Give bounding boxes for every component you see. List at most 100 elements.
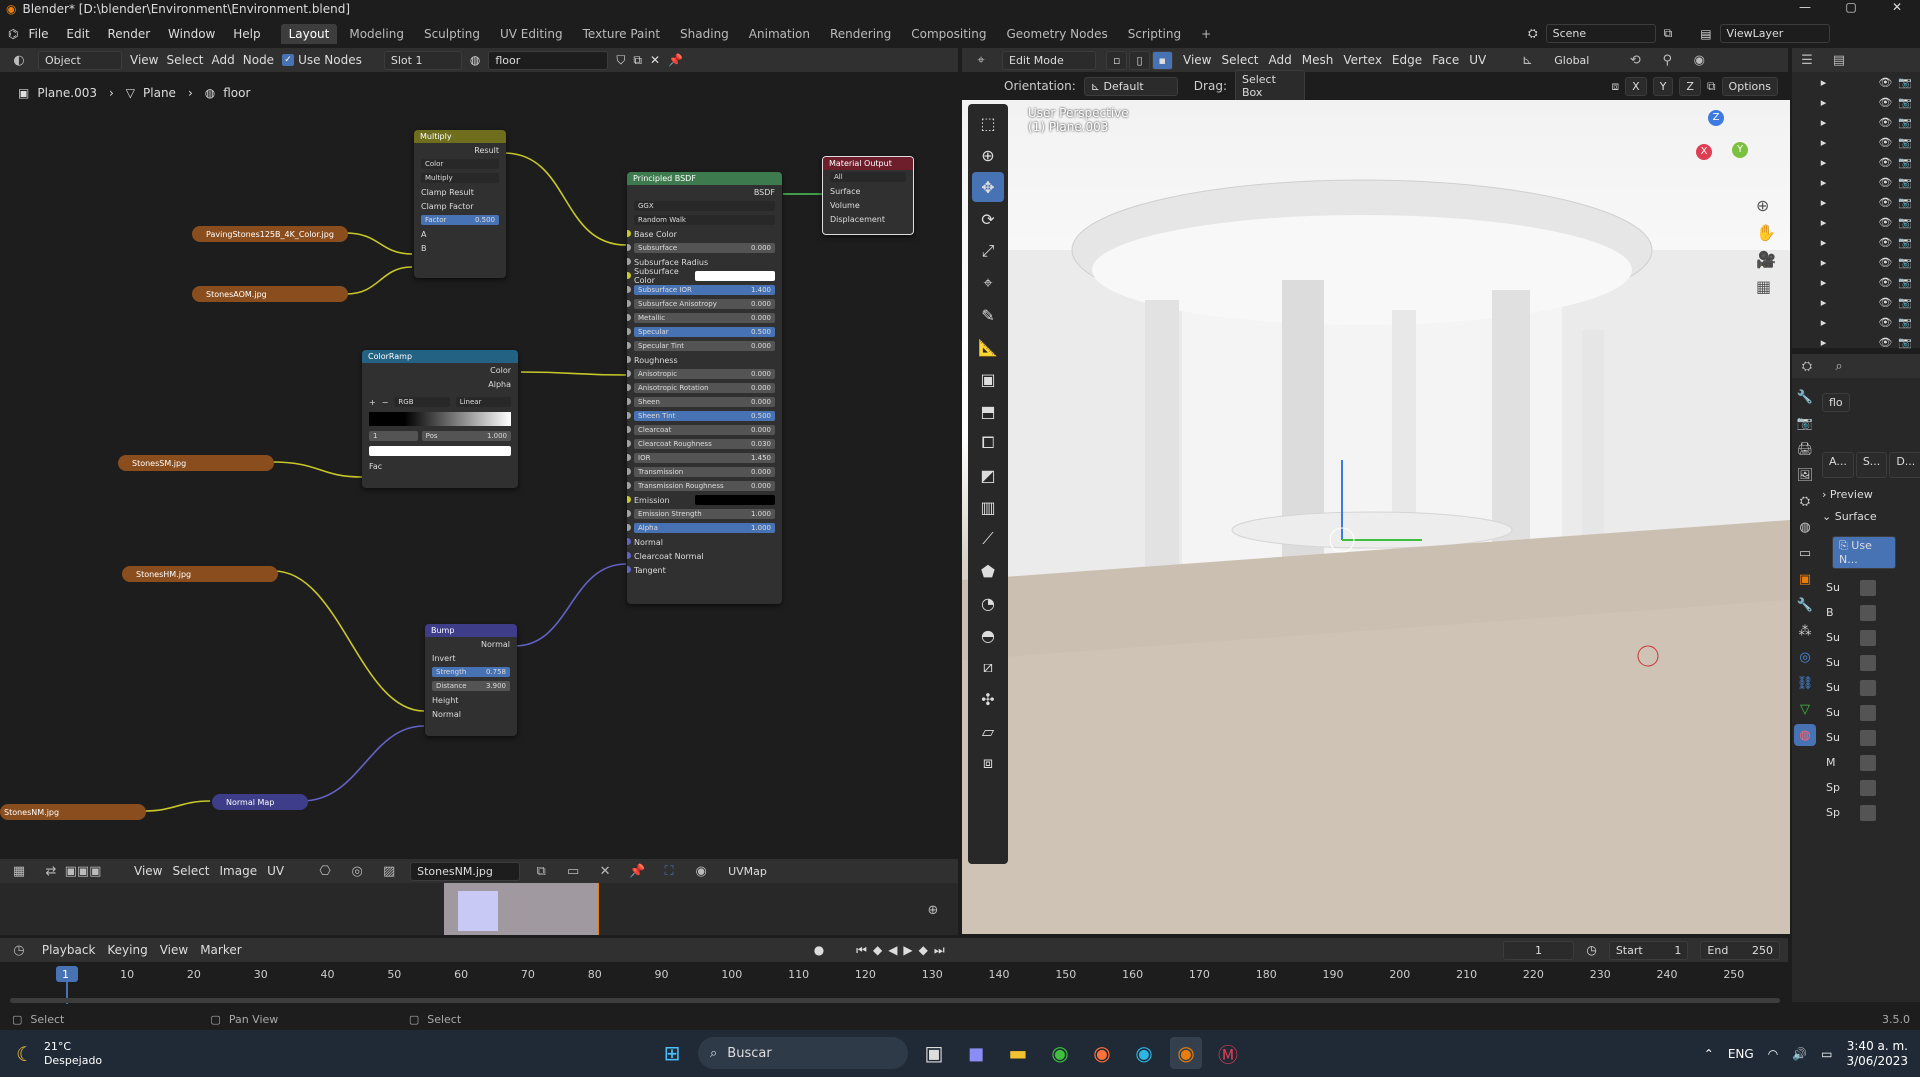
- bsdf-input-row[interactable]: Transmission Roughness 0.000: [627, 479, 782, 493]
- camera-view-icon[interactable]: 🎥: [1756, 250, 1776, 269]
- bsdf-input-row[interactable]: Emission: [627, 493, 782, 507]
- visibility-eye-icon[interactable]: 👁: [1878, 176, 1892, 189]
- axis-y-toggle[interactable]: Y: [1652, 76, 1674, 96]
- axis-x-toggle[interactable]: X: [1625, 76, 1647, 96]
- bsdf-input-row[interactable]: Subsurface 0.000: [627, 241, 782, 255]
- outliner-row[interactable]: ▸ 👁 📷: [1792, 272, 1920, 292]
- gizmo-x-axis[interactable]: X: [1696, 144, 1712, 160]
- proportional-edit-icon[interactable]: ◉: [1688, 49, 1710, 71]
- battery-icon[interactable]: ▭: [1821, 1047, 1832, 1061]
- visibility-eye-icon[interactable]: 👁: [1878, 316, 1892, 329]
- select-box-tool-icon[interactable]: ⬚: [972, 108, 1004, 138]
- visibility-eye-icon[interactable]: 👁: [1878, 156, 1892, 169]
- transform-global-dropdown[interactable]: Global: [1548, 51, 1615, 69]
- add-cube-tool-icon[interactable]: ▣: [972, 364, 1004, 394]
- tool-tab-icon[interactable]: 🔧: [1794, 386, 1816, 408]
- input-socket[interactable]: [627, 468, 631, 475]
- outliner-row[interactable]: ▸ 👁 📷: [1792, 112, 1920, 132]
- input-socket[interactable]: [627, 510, 631, 517]
- edge-slide-tool-icon[interactable]: ⧄: [972, 652, 1004, 682]
- image-menu-uv[interactable]: UV: [267, 864, 284, 878]
- outliner-row[interactable]: ▸ 👁 📷: [1792, 312, 1920, 332]
- pan-view-icon[interactable]: ✋: [1756, 223, 1776, 242]
- expand-arrow-icon[interactable]: ▸: [1821, 236, 1827, 249]
- vp-menu-edge[interactable]: Edge: [1392, 53, 1422, 67]
- chrome-icon[interactable]: ◉: [1044, 1037, 1076, 1069]
- properties-search-icon[interactable]: ⌕: [1828, 355, 1850, 377]
- ortho-toggle-icon[interactable]: ▦: [1756, 277, 1776, 296]
- shear-tool-icon[interactable]: ▱: [972, 716, 1004, 746]
- colorramp-node[interactable]: ColorRamp Color Alpha + − RGB Linear 1 Pos 1.…: [362, 350, 518, 488]
- render-camera-icon[interactable]: 📷: [1898, 76, 1912, 89]
- pivot-icon[interactable]: ⟲: [1624, 49, 1646, 71]
- extrude-tool-icon[interactable]: ⬒: [972, 396, 1004, 426]
- material-slot-field[interactable]: flo: [1822, 392, 1850, 412]
- output-target-dropdown[interactable]: All: [830, 172, 906, 182]
- shrink-fatten-tool-icon[interactable]: ✣: [972, 684, 1004, 714]
- expand-arrow-icon[interactable]: ▸: [1821, 296, 1827, 309]
- bsdf-input-row[interactable]: Roughness: [627, 353, 782, 367]
- knife-tool-icon[interactable]: ⟋: [972, 524, 1004, 554]
- input-socket[interactable]: [627, 258, 631, 265]
- principled-bsdf-node[interactable]: Principled BSDF BSDF GGX Random Walk Bas…: [627, 172, 782, 604]
- axis-z-toggle[interactable]: Z: [1679, 76, 1701, 96]
- visibility-eye-icon[interactable]: 👁: [1878, 76, 1892, 89]
- multiply-type-dropdown[interactable]: Color: [421, 159, 499, 169]
- surface-panel-header[interactable]: ⌄ Surface: [1822, 510, 1918, 532]
- timeline-ruler[interactable]: 1 10 20 30 40 50 60 70 80 90 100 110 120 130 140 150 160…: [0, 964, 1788, 1004]
- timeline-scrollbar[interactable]: [10, 998, 1780, 1003]
- expand-arrow-icon[interactable]: ▸: [1821, 256, 1827, 269]
- surface-input-row[interactable]: M: [1822, 750, 1918, 775]
- render-camera-icon[interactable]: 📷: [1898, 336, 1912, 349]
- bsdf-input-row[interactable]: Tangent: [627, 563, 782, 577]
- expand-arrow-icon[interactable]: ▸: [1821, 136, 1827, 149]
- uv-display-icon[interactable]: ◉: [690, 860, 712, 882]
- surface-input-row[interactable]: Su: [1822, 575, 1918, 600]
- spin-tool-icon[interactable]: ◔: [972, 588, 1004, 618]
- input-socket[interactable]: [627, 356, 631, 363]
- stop-index-field[interactable]: 1: [369, 431, 418, 441]
- colorramp-gradient[interactable]: [369, 412, 511, 426]
- auto-merge-icon[interactable]: ⧉: [1707, 79, 1716, 94]
- filter-icon[interactable]: ▤: [1828, 49, 1850, 71]
- render-camera-icon[interactable]: 📷: [1898, 296, 1912, 309]
- input-socket[interactable]: [627, 552, 631, 559]
- stop-color-swatch[interactable]: [369, 446, 511, 456]
- bsdf-input-row[interactable]: Transmission 0.000: [627, 465, 782, 479]
- volume-icon[interactable]: 🔊: [1792, 1047, 1807, 1061]
- blender-taskbar-icon[interactable]: ◉: [1170, 1037, 1202, 1069]
- image-unlink-icon[interactable]: ✕: [594, 860, 616, 882]
- expand-arrow-icon[interactable]: ▸: [1821, 336, 1827, 349]
- input-socket[interactable]: [627, 566, 631, 573]
- scene-tab-icon[interactable]: ⛭: [1794, 490, 1816, 512]
- outliner-type-icon[interactable]: ☰: [1796, 49, 1818, 71]
- render-camera-icon[interactable]: 📷: [1898, 216, 1912, 229]
- bsdf-input-row[interactable]: Sheen 0.000: [627, 395, 782, 409]
- render-camera-icon[interactable]: 📷: [1898, 116, 1912, 129]
- bsdf-input-row[interactable]: Clearcoat Roughness 0.030: [627, 437, 782, 451]
- image-menu-view[interactable]: View: [134, 864, 162, 878]
- input-socket[interactable]: [627, 496, 631, 503]
- tab-geometry-nodes[interactable]: Geometry Nodes: [998, 24, 1115, 44]
- render-camera-icon[interactable]: 📷: [1898, 196, 1912, 209]
- normal-map-node[interactable]: Normal Map: [212, 794, 308, 810]
- visibility-eye-icon[interactable]: 👁: [1878, 276, 1892, 289]
- uv-sync-icon[interactable]: ⇄: [40, 860, 62, 882]
- surface-input-row[interactable]: Su: [1822, 725, 1918, 750]
- preview-range-icon[interactable]: ◷: [1586, 943, 1596, 957]
- input-value-swatch[interactable]: [1860, 704, 1876, 721]
- snap-toggle-icon[interactable]: ⚲: [1656, 49, 1678, 71]
- gizmo-z-axis[interactable]: Z: [1708, 110, 1724, 126]
- wifi-icon[interactable]: ◠: [1768, 1047, 1778, 1061]
- input-socket[interactable]: [627, 454, 631, 461]
- render-camera-icon[interactable]: 📷: [1898, 156, 1912, 169]
- bsdf-input-row[interactable]: Specular Tint 0.000: [627, 339, 782, 353]
- zoom-view-icon[interactable]: ⊕: [1756, 196, 1776, 215]
- outliner-row[interactable]: ▸ 👁 📷: [1792, 292, 1920, 312]
- visibility-eye-icon[interactable]: 👁: [1878, 136, 1892, 149]
- modifier-tab-icon[interactable]: 🔧: [1794, 594, 1816, 616]
- uv-overlay-icon[interactable]: ⛶: [658, 860, 680, 882]
- clamp-result-checkbox[interactable]: Clamp Result: [421, 188, 474, 197]
- clock[interactable]: 3:40 a. m. 3/06/2023: [1846, 1039, 1908, 1069]
- bsdf-input-row[interactable]: Specular 0.500: [627, 325, 782, 339]
